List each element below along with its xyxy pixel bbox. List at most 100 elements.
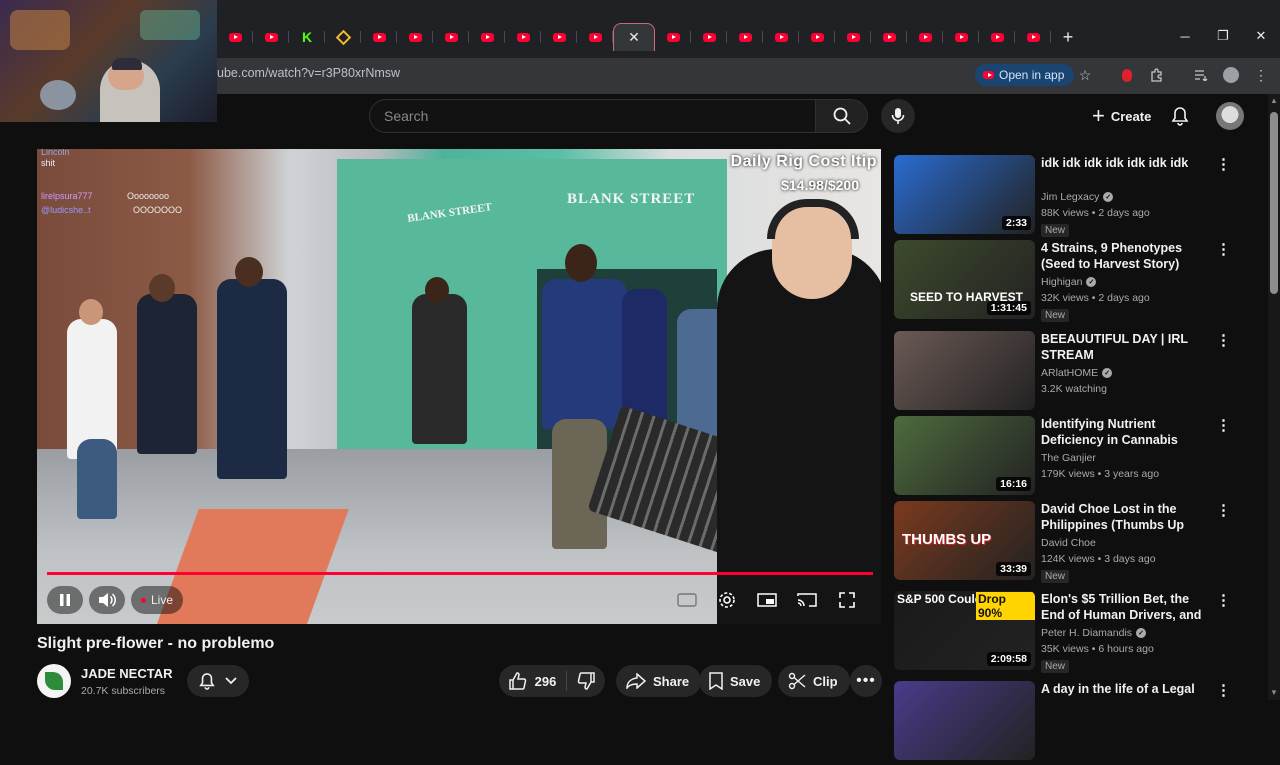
video-thumbnail[interactable]: SEED TO HARVEST 1:31:45: [894, 240, 1035, 319]
browser-tab[interactable]: [541, 24, 577, 50]
more-actions-button[interactable]: •••: [850, 665, 882, 697]
extensions-puzzle-icon[interactable]: [1146, 64, 1168, 86]
bookmark-star-icon[interactable]: ☆: [1074, 64, 1096, 86]
search-button[interactable]: [816, 99, 868, 133]
address-bar[interactable]: ube.com/watch?v=r3P80xrNmsw: [217, 66, 400, 80]
browser-tab[interactable]: [907, 24, 943, 50]
browser-tab[interactable]: [835, 24, 871, 50]
thumbs-up-icon: [508, 672, 526, 690]
browser-tab[interactable]: [763, 24, 799, 50]
video-thumbnail[interactable]: THUMBS UP 33:39: [894, 501, 1035, 580]
browser-tab[interactable]: [1015, 24, 1051, 50]
video-thumbnail[interactable]: 16:16: [894, 416, 1035, 495]
video-thumbnail[interactable]: [894, 681, 1035, 760]
minimize-button[interactable]: ─: [1166, 24, 1204, 48]
video-options-menu-icon[interactable]: ⋮: [1216, 683, 1231, 701]
recommended-video-title[interactable]: BEEAUUTIFUL DAY | IRL STREAM: [1041, 331, 1213, 363]
account-avatar[interactable]: [1216, 102, 1244, 130]
browser-tab[interactable]: [505, 24, 541, 50]
share-button[interactable]: Share: [616, 665, 702, 697]
notifications-button[interactable]: [1166, 102, 1194, 130]
recommended-channel[interactable]: David Choe: [1041, 537, 1096, 549]
browser-tab[interactable]: [253, 24, 289, 50]
video-options-menu-icon[interactable]: ⋮: [1216, 157, 1231, 175]
fullscreen-button[interactable]: [827, 586, 867, 614]
youtube-favicon-icon: [774, 32, 788, 42]
recommended-channel[interactable]: ARlatHOME ✓: [1041, 367, 1113, 379]
recommended-video-title[interactable]: A day in the life of a Legal: [1041, 681, 1213, 697]
video-thumbnail[interactable]: [894, 331, 1035, 410]
miniplayer-button[interactable]: [747, 586, 787, 614]
recommended-video[interactable]: 16:16 Identifying Nutrient Deficiency in …: [894, 416, 1264, 500]
settings-button[interactable]: [707, 586, 747, 614]
recommended-video-title[interactable]: Elon's $5 Trillion Bet, the End of Human…: [1041, 591, 1213, 623]
create-button[interactable]: + Create: [1080, 100, 1163, 132]
restore-button[interactable]: ❐: [1204, 24, 1242, 48]
pause-button[interactable]: [47, 586, 83, 614]
browser-tab[interactable]: K: [289, 24, 325, 50]
browser-tab[interactable]: [397, 24, 433, 50]
captions-button[interactable]: [667, 586, 707, 614]
video-options-menu-icon[interactable]: ⋮: [1216, 503, 1231, 521]
live-progress-bar[interactable]: [47, 572, 873, 575]
recommended-channel[interactable]: Highigan ✓: [1041, 276, 1097, 288]
recommended-video-title[interactable]: Identifying Nutrient Deficiency in Canna…: [1041, 416, 1213, 448]
video-options-menu-icon[interactable]: ⋮: [1216, 418, 1231, 436]
voice-search-button[interactable]: [881, 99, 915, 133]
recommended-video[interactable]: BEEAUUTIFUL DAY | IRL STREAM ARlatHOME ✓ 3.…: [894, 331, 1264, 415]
dislike-button[interactable]: [567, 672, 605, 690]
recommended-video[interactable]: SEED TO HARVEST 1:31:45 4 Strains, 9 Pheno…: [894, 240, 1264, 324]
browser-tab[interactable]: [361, 24, 397, 50]
recommended-channel[interactable]: The Ganjier: [1041, 452, 1096, 464]
video-thumbnail[interactable]: 2:33: [894, 155, 1035, 234]
channel-avatar[interactable]: [37, 664, 71, 698]
scrollbar-thumb[interactable]: [1270, 112, 1278, 294]
recommended-video[interactable]: THUMBS UP 33:39 David Choe Lost in the Phi…: [894, 501, 1264, 585]
browser-tab[interactable]: [325, 24, 361, 50]
live-indicator[interactable]: Live: [131, 586, 184, 614]
subscription-notifications-button[interactable]: [187, 665, 249, 697]
browser-tab[interactable]: [577, 24, 613, 50]
browser-tab[interactable]: [655, 24, 691, 50]
browser-tab[interactable]: [943, 24, 979, 50]
recommended-channel[interactable]: Peter H. Diamandis ✓: [1041, 627, 1147, 639]
video-thumbnail[interactable]: S&P 500 Could Drop 90% 2:09:58: [894, 591, 1035, 670]
channel-name[interactable]: JADE NECTAR: [81, 666, 173, 681]
browser-tab[interactable]: [469, 24, 505, 50]
browser-tab[interactable]: [979, 24, 1015, 50]
save-button[interactable]: Save: [699, 665, 773, 697]
recommended-video[interactable]: A day in the life of a Legal ⋮: [894, 681, 1264, 765]
browser-tab[interactable]: [727, 24, 763, 50]
browser-tab[interactable]: [871, 24, 907, 50]
recommended-video-title[interactable]: 4 Strains, 9 Phenotypes (Seed to Harvest…: [1041, 240, 1213, 272]
open-in-app-button[interactable]: Open in app: [975, 64, 1075, 86]
like-button[interactable]: 296: [499, 671, 567, 691]
video-options-menu-icon[interactable]: ⋮: [1216, 333, 1231, 351]
recommended-video-title[interactable]: David Choe Lost in the Philippines (Thum…: [1041, 501, 1213, 533]
recommended-video[interactable]: S&P 500 Could Drop 90% 2:09:58 Elon's $5 Tr…: [894, 591, 1264, 675]
extension-red-icon[interactable]: [1116, 64, 1138, 86]
profile-icon[interactable]: [1220, 64, 1242, 86]
video-player[interactable]: BLANK STREET BLANK STREET Lincoln shit l…: [37, 149, 881, 624]
browser-tab[interactable]: [799, 24, 835, 50]
scroll-up-arrow[interactable]: ▲: [1270, 96, 1278, 105]
volume-button[interactable]: [89, 586, 125, 614]
search-input[interactable]: [370, 100, 815, 132]
tab-active[interactable]: ✕: [613, 23, 655, 51]
cast-button[interactable]: [787, 586, 827, 614]
media-queue-icon[interactable]: [1190, 64, 1212, 86]
close-tab-icon[interactable]: ✕: [628, 29, 640, 46]
recommended-video-title[interactable]: idk idk idk idk idk idk idk: [1041, 155, 1213, 171]
clip-button[interactable]: Clip: [778, 665, 850, 697]
video-options-menu-icon[interactable]: ⋮: [1216, 242, 1231, 260]
browser-tab[interactable]: [691, 24, 727, 50]
close-window-button[interactable]: ✕: [1242, 24, 1280, 48]
browser-menu-icon[interactable]: ⋮: [1250, 64, 1272, 86]
browser-tab[interactable]: [217, 24, 253, 50]
new-tab-button[interactable]: +: [1055, 27, 1081, 48]
video-options-menu-icon[interactable]: ⋮: [1216, 593, 1231, 611]
recommended-channel[interactable]: Jim Legxacy ✓: [1041, 191, 1114, 203]
scroll-down-arrow[interactable]: ▼: [1270, 688, 1278, 697]
browser-tab[interactable]: [433, 24, 469, 50]
recommended-video[interactable]: 2:33 idk idk idk idk idk idk idk Jim Legxa…: [894, 155, 1264, 239]
